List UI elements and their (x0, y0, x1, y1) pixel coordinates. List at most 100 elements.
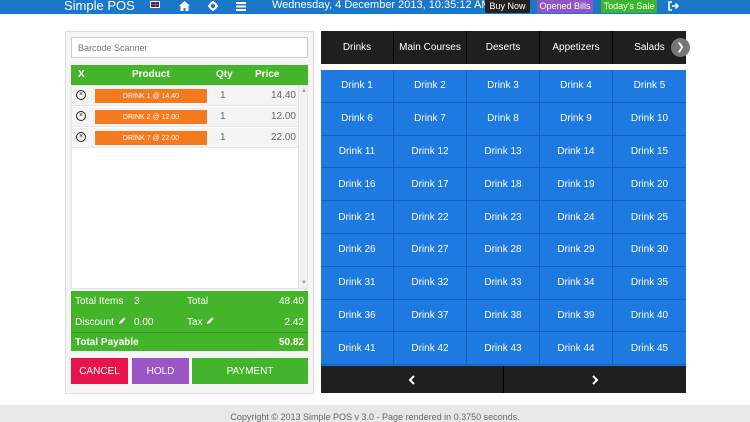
order-panel: X Product Qty Price × DRINK 1 @ 14.40 1 … (65, 31, 314, 394)
total-payable-label: Total Payable (75, 337, 139, 348)
product-button[interactable]: Drink 32 (394, 266, 467, 300)
product-button[interactable]: Drink 18 (467, 168, 540, 202)
tab-main-courses[interactable]: Main Courses (394, 31, 467, 64)
cancel-button[interactable]: CANCEL (71, 358, 128, 384)
total-payable-row: Total Payable 50.82 (71, 332, 308, 351)
product-button[interactable]: Drink 11 (321, 135, 394, 169)
product-button[interactable]: Drink 45 (613, 332, 686, 366)
product-button[interactable]: Drink 42 (394, 332, 467, 366)
hold-button[interactable]: HOLD (132, 358, 189, 384)
uk-flag-icon[interactable] (150, 1, 160, 8)
product-button[interactable]: Drink 17 (394, 168, 467, 202)
order-items-list: × DRINK 1 @ 14.40 1 14.40 × DRINK 2 @ 12… (71, 85, 308, 289)
col-price-header: Price (255, 69, 280, 80)
scroll-up-arrow-icon[interactable]: ▲ (301, 88, 307, 94)
product-button[interactable]: Drink 30 (613, 234, 686, 267)
product-button[interactable]: Drink 41 (321, 332, 394, 366)
product-button[interactable]: Drink 22 (394, 201, 467, 234)
product-button[interactable]: Drink 26 (321, 234, 394, 267)
product-button[interactable]: Drink 12 (394, 135, 467, 169)
product-button[interactable]: Drink 13 (467, 135, 540, 169)
chevron-right-icon (592, 374, 599, 385)
brand-title[interactable]: Simple POS (64, 0, 135, 13)
product-button[interactable]: Drink 14 (540, 135, 613, 169)
logout-icon[interactable] (666, 0, 680, 13)
product-button[interactable]: Drink 37 (394, 299, 467, 333)
product-button[interactable]: Drink 39 (540, 299, 613, 333)
total-payable-value: 50.82 (278, 337, 304, 348)
home-icon[interactable] (177, 0, 191, 13)
product-button[interactable]: Drink 40 (613, 299, 686, 333)
product-button[interactable]: Drink 28 (467, 234, 540, 267)
order-item-label[interactable]: DRINK 7 @ 22.00 (95, 131, 207, 145)
product-button[interactable]: Drink 8 (467, 102, 540, 136)
product-button[interactable]: Drink 16 (321, 168, 394, 202)
product-button[interactable]: Drink 23 (467, 201, 540, 234)
product-button[interactable]: Drink 31 (321, 266, 394, 300)
category-tabs: Drinks Main Courses Deserts Appetizers S… (321, 31, 690, 64)
product-button[interactable]: Drink 15 (613, 135, 686, 169)
totals-summary: Total Items 3 Total 48.40 Discount 0.00 … (71, 291, 308, 351)
page-footer: Copyright © 2013 Simple POS v 3.0 - Page… (0, 405, 750, 422)
product-button[interactable]: Drink 7 (394, 102, 467, 136)
tax-value: 2.42 (284, 317, 304, 328)
product-button[interactable]: Drink 3 (467, 70, 540, 103)
product-button[interactable]: Drink 27 (394, 234, 467, 267)
tab-appetizers[interactable]: Appetizers (540, 31, 613, 64)
product-button[interactable]: Drink 9 (540, 102, 613, 136)
total-items-label: Total Items (75, 296, 124, 307)
product-button[interactable]: Drink 34 (540, 266, 613, 300)
order-table-header: X Product Qty Price (71, 65, 308, 85)
product-button[interactable]: Drink 4 (540, 70, 613, 103)
product-button[interactable]: Drink 5 (613, 70, 686, 103)
table-row: × DRINK 1 @ 14.40 1 14.40 (72, 86, 300, 106)
top-navbar: Simple POS Wednesday, 4 December 2013, 1… (0, 0, 750, 14)
product-button[interactable]: Drink 35 (613, 266, 686, 300)
product-button[interactable]: Drink 29 (540, 234, 613, 267)
product-button[interactable]: Drink 43 (467, 332, 540, 366)
remove-item-icon[interactable]: × (76, 111, 86, 121)
product-button[interactable]: Drink 24 (540, 201, 613, 234)
table-row: × DRINK 7 @ 22.00 1 22.00 (72, 128, 300, 148)
order-item-price: 22.00 (270, 132, 296, 143)
buy-now-button[interactable]: Buy Now (485, 0, 530, 13)
order-item-qty[interactable]: 1 (220, 111, 226, 122)
list-icon[interactable] (234, 0, 248, 13)
todays-sale-button[interactable]: Today's Sale (601, 0, 657, 13)
product-button[interactable]: Drink 20 (613, 168, 686, 202)
previous-page-button[interactable] (321, 366, 503, 393)
product-button[interactable]: Drink 1 (321, 70, 394, 103)
total-label: Total (187, 296, 209, 307)
product-button[interactable]: Drink 33 (467, 266, 540, 300)
discount-edit-icon[interactable] (118, 317, 126, 328)
tab-deserts[interactable]: Deserts (467, 31, 540, 64)
tax-label: Tax (187, 317, 203, 328)
order-item-price: 12.00 (270, 111, 296, 122)
remove-item-icon[interactable]: × (76, 132, 86, 142)
tab-drinks[interactable]: Drinks (321, 31, 394, 64)
product-button[interactable]: Drink 25 (613, 201, 686, 234)
order-item-label[interactable]: DRINK 1 @ 14.40 (95, 89, 207, 103)
payment-button[interactable]: PAYMENT (192, 358, 308, 384)
scroll-down-arrow-icon[interactable]: ▼ (301, 280, 307, 286)
order-item-qty[interactable]: 1 (220, 132, 226, 143)
product-button[interactable]: Drink 10 (613, 102, 686, 136)
remove-item-icon[interactable]: × (76, 90, 86, 100)
tax-edit-icon[interactable] (206, 317, 214, 328)
product-button[interactable]: Drink 44 (540, 332, 613, 366)
order-list-scrollbar[interactable]: ▲ ▼ (298, 86, 307, 288)
col-qty-header: Qty (216, 69, 233, 80)
gear-icon[interactable] (206, 0, 220, 13)
barcode-scanner-input[interactable] (71, 37, 308, 58)
opened-bills-button[interactable]: Opened Bills (537, 0, 593, 13)
product-button[interactable]: Drink 36 (321, 299, 394, 333)
product-button[interactable]: Drink 2 (394, 70, 467, 103)
product-button[interactable]: Drink 21 (321, 201, 394, 234)
next-page-button[interactable] (504, 366, 686, 393)
product-button[interactable]: Drink 19 (540, 168, 613, 202)
order-item-qty[interactable]: 1 (220, 90, 226, 101)
product-button[interactable]: Drink 6 (321, 102, 394, 136)
chevron-right-icon[interactable]: ❯ (671, 38, 690, 57)
product-button[interactable]: Drink 38 (467, 299, 540, 333)
order-item-label[interactable]: DRINK 2 @ 12.00 (95, 110, 207, 124)
